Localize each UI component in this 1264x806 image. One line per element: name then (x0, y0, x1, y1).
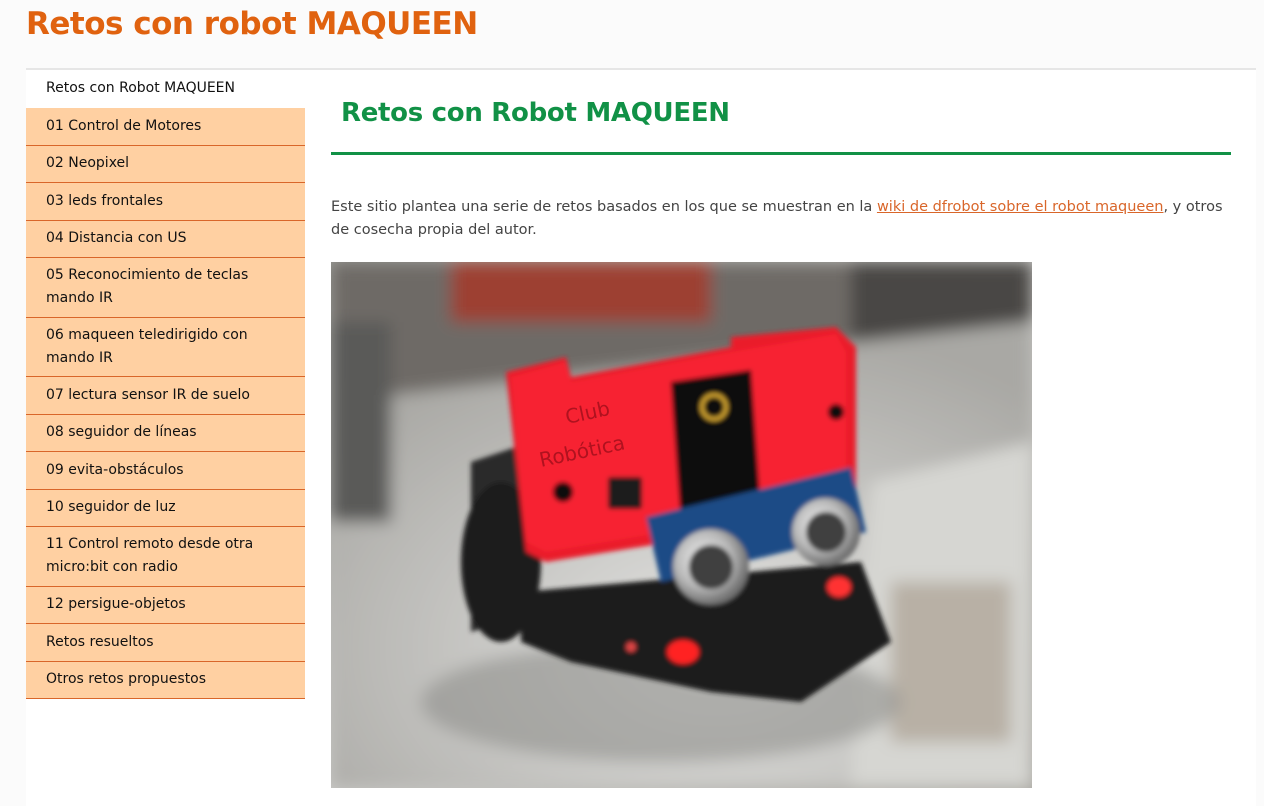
sidebar-item-10[interactable]: 10 seguidor de luz (26, 489, 305, 527)
sidebar-item-otros-retos[interactable]: Otros retos propuestos (26, 661, 305, 699)
sidebar-item-label: 10 seguidor de luz (46, 499, 176, 516)
intro-text-before: Este sitio plantea una serie de retos ba… (331, 199, 877, 215)
intro-paragraph: Este sitio plantea una serie de retos ba… (331, 196, 1231, 242)
robot-photo: Club Robótica (331, 262, 1032, 788)
sidebar-menu: 01 Control de Motores 02 Neopixel 03 led… (26, 108, 305, 699)
sidebar-item-07[interactable]: 07 lectura sensor IR de suelo (26, 377, 305, 415)
sidebar-item-label: 08 seguidor de líneas (46, 424, 197, 441)
sidebar-item-09[interactable]: 09 evita-obstáculos (26, 452, 305, 490)
sidebar-item-home[interactable]: Retos con Robot MAQUEEN (26, 70, 305, 108)
page: Retos con robot MAQUEEN Retos con Robot … (0, 0, 1264, 806)
sidebar-item-label: 02 Neopixel (46, 155, 130, 172)
sidebar-item-04[interactable]: 04 Distancia con US (26, 220, 305, 258)
site-title[interactable]: Retos con robot MAQUEEN (26, 6, 478, 42)
title-divider (331, 152, 1231, 155)
sidebar-nav: Retos con Robot MAQUEEN 01 Control de Mo… (26, 70, 305, 699)
sidebar-item-label: 06 maqueen teledirigido con mando IR (46, 326, 248, 366)
sidebar-item-06[interactable]: 06 maqueen teledirigido con mando IR (26, 317, 305, 377)
sidebar-item-label: 09 evita-obstáculos (46, 461, 184, 478)
sidebar-item-12[interactable]: 12 persigue-objetos (26, 586, 305, 624)
sidebar-item-label: 11 Control remoto desde otra micro:bit c… (46, 536, 254, 576)
content-area: Retos con Robot MAQUEEN 01 Control de Mo… (26, 70, 1256, 806)
page-title: Retos con Robot MAQUEEN (341, 98, 730, 128)
sidebar-item-08[interactable]: 08 seguidor de líneas (26, 414, 305, 452)
sidebar-item-label: Retos resueltos (46, 633, 154, 650)
robot-photo-illustration: Club Robótica (331, 262, 1032, 788)
sidebar-item-label: 01 Control de Motores (46, 117, 202, 134)
sidebar-item-01[interactable]: 01 Control de Motores (26, 108, 305, 146)
site-header: Retos con robot MAQUEEN (0, 0, 1264, 68)
sidebar-item-label: 05 Reconocimiento de teclas mando IR (46, 267, 249, 307)
sidebar-item-05[interactable]: 05 Reconocimiento de teclas mando IR (26, 258, 305, 318)
sidebar-item-label: 12 persigue-objetos (46, 596, 186, 613)
sidebar-item-03[interactable]: 03 leds frontales (26, 183, 305, 221)
sidebar-item-label: 07 lectura sensor IR de suelo (46, 386, 250, 403)
sidebar-item-02[interactable]: 02 Neopixel (26, 145, 305, 183)
sidebar-item-label: Otros retos propuestos (46, 671, 207, 688)
sidebar-item-11[interactable]: 11 Control remoto desde otra micro:bit c… (26, 527, 305, 587)
sidebar-item-label: 04 Distancia con US (46, 230, 187, 247)
sidebar-item-retos-resueltos[interactable]: Retos resueltos (26, 624, 305, 662)
dfrobot-wiki-link[interactable]: wiki de dfrobot sobre el robot maqueen (877, 199, 1164, 215)
sidebar-item-label: 03 leds frontales (46, 192, 164, 209)
